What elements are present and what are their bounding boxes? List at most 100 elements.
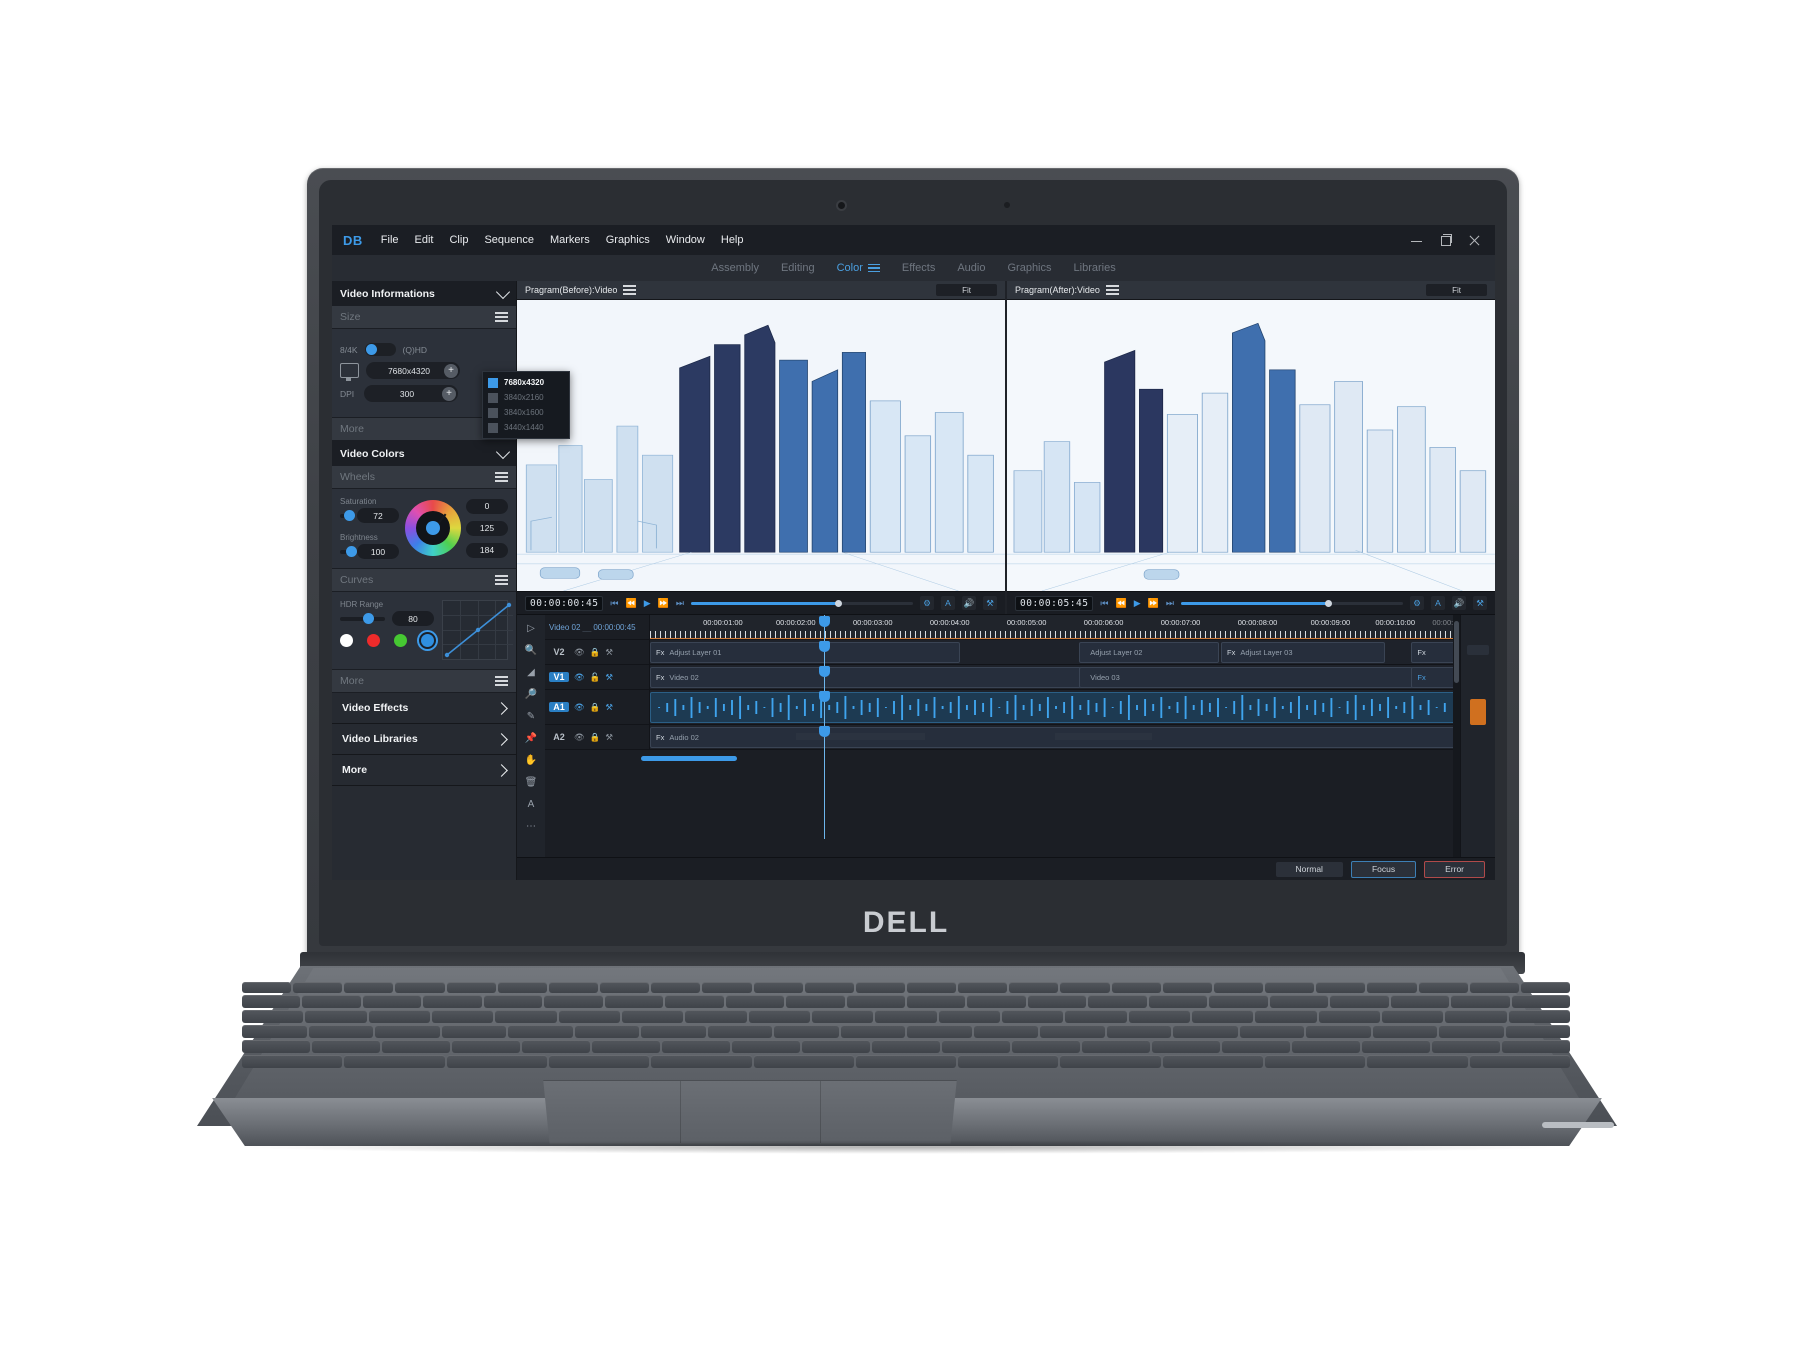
keyboard-key[interactable]	[1040, 1025, 1105, 1038]
hdr-range-slider[interactable]	[340, 613, 385, 624]
monitor-after-image[interactable]	[1007, 300, 1495, 591]
add-marker-icon[interactable]: A	[941, 596, 955, 610]
hamburger-icon[interactable]	[623, 285, 637, 295]
keyboard-key[interactable]	[1128, 1010, 1190, 1023]
step-back-icon[interactable]: ⏪	[1116, 598, 1127, 609]
tab-libraries[interactable]: Libraries	[1074, 262, 1116, 274]
keyboard-key[interactable]	[242, 995, 301, 1008]
hamburger-icon[interactable]	[867, 263, 880, 273]
go-to-start-icon[interactable]: ⏮	[610, 598, 618, 609]
keyboard-key[interactable]	[1508, 1010, 1570, 1023]
wheel-value-2[interactable]: 125	[466, 520, 508, 536]
keyboard-key[interactable]	[1505, 1025, 1570, 1038]
keyboard-key[interactable]	[1173, 1025, 1238, 1038]
minimize-icon[interactable]	[1410, 234, 1423, 247]
sidebar-item-more[interactable]: More	[332, 755, 516, 786]
keyboard-key[interactable]	[558, 1010, 620, 1023]
keyboard-key[interactable]	[1520, 982, 1570, 993]
step-forward-icon[interactable]: ⏩	[1148, 598, 1159, 609]
tab-editing[interactable]: Editing	[781, 262, 815, 274]
keyboard-key[interactable]	[308, 1025, 373, 1038]
channel-dot-green[interactable]	[394, 634, 407, 647]
keyboard-key[interactable]	[1382, 1010, 1444, 1023]
menu-sequence[interactable]: Sequence	[476, 225, 542, 255]
keyboard-key[interactable]	[242, 1010, 304, 1023]
speaker-icon[interactable]: 🔊	[962, 596, 976, 610]
hamburger-icon[interactable]	[495, 676, 508, 686]
keyboard-key[interactable]	[1222, 1040, 1290, 1053]
chevron-down-icon[interactable]	[495, 284, 511, 300]
channel-dot-blue[interactable]	[421, 634, 434, 647]
keyboard-key[interactable]	[1255, 1010, 1317, 1023]
keyboard-key[interactable]	[1469, 1055, 1570, 1068]
keyboard-key[interactable]	[840, 1025, 905, 1038]
keyboard-key[interactable]	[1445, 1010, 1507, 1023]
keyboard-key[interactable]	[242, 1055, 343, 1068]
track-body-a2[interactable]: Fx Audio 02	[650, 725, 1460, 749]
wheel-value-1[interactable]: 0	[466, 498, 508, 514]
keyboard-key[interactable]	[1418, 982, 1468, 993]
keyboard-key[interactable]	[1502, 1040, 1570, 1053]
keyboard-key[interactable]	[748, 1010, 810, 1023]
scrubber-after[interactable]	[1181, 599, 1403, 607]
keyboard-key[interactable]	[1451, 995, 1510, 1008]
keyboard-key[interactable]	[242, 982, 292, 993]
eye-icon[interactable]: 👁	[574, 672, 585, 683]
keyboard-key[interactable]	[907, 1025, 972, 1038]
keyboard-key[interactable]	[544, 995, 603, 1008]
keyboard-key[interactable]	[446, 1055, 547, 1068]
menu-window[interactable]: Window	[658, 225, 713, 255]
hamburger-icon[interactable]	[495, 575, 508, 585]
track-body-v2[interactable]: Fx Adjust Layer 01 Adjust Layer 02 Fx Ad…	[650, 640, 1460, 664]
menu-markers[interactable]: Markers	[542, 225, 598, 255]
settings-icon[interactable]: ⚙	[1410, 596, 1424, 610]
keyboard-key[interactable]	[368, 1010, 430, 1023]
keyboard-key[interactable]	[495, 1010, 557, 1023]
list-item[interactable]: Fx Video 02	[650, 667, 1082, 688]
hand-icon[interactable]: ✋	[523, 753, 539, 767]
wrench-icon[interactable]: ⚒	[1473, 596, 1487, 610]
keyboard-key[interactable]	[786, 995, 845, 1008]
play-icon[interactable]: ▶	[644, 598, 651, 609]
keyboard-key[interactable]	[622, 1010, 684, 1023]
keyboard-key[interactable]	[1390, 995, 1450, 1008]
keyboard-key[interactable]	[375, 1025, 440, 1038]
keyboard-key[interactable]	[942, 1040, 1010, 1053]
keyboard-key[interactable]	[497, 982, 547, 993]
keyboard-key[interactable]	[423, 995, 482, 1008]
keyboard[interactable]	[242, 982, 1570, 1074]
keyboard-key[interactable]	[641, 1025, 706, 1038]
chevron-down-icon[interactable]	[495, 444, 511, 460]
keyboard-key[interactable]	[855, 1055, 957, 1068]
go-to-start-icon[interactable]: ⏮	[1100, 598, 1108, 609]
eye-icon[interactable]: 👁	[574, 647, 585, 658]
trackpad[interactable]	[543, 1080, 957, 1144]
lock-icon[interactable]: 🔒	[590, 702, 601, 713]
list-item[interactable]: Fx Adjust Layer 03	[1221, 642, 1386, 663]
keyboard-key[interactable]	[662, 1040, 730, 1053]
keyboard-key[interactable]	[344, 1055, 445, 1068]
horizontal-scrollbar[interactable]	[641, 756, 737, 761]
scrubber-before[interactable]	[691, 599, 913, 607]
track-name[interactable]: A2	[549, 732, 569, 742]
keyboard-key[interactable]	[441, 1025, 506, 1038]
keyboard-key[interactable]	[1111, 982, 1161, 993]
keyboard-key[interactable]	[483, 995, 543, 1008]
keyboard-key[interactable]	[855, 982, 905, 993]
hamburger-icon[interactable]	[1105, 285, 1119, 295]
subsection-curves[interactable]: Curves	[332, 569, 516, 592]
timecode-before[interactable]: 00:00:00:45	[525, 595, 604, 611]
zoom-out-icon[interactable]: 🔎	[523, 687, 539, 701]
keyboard-key[interactable]	[812, 1010, 874, 1023]
tab-effects[interactable]: Effects	[902, 262, 935, 274]
lock-icon[interactable]: 🔒	[590, 732, 601, 743]
keyboard-key[interactable]	[302, 995, 361, 1008]
keyboard-key[interactable]	[958, 982, 1008, 993]
subsection-size[interactable]: Size	[332, 306, 516, 329]
keyboard-key[interactable]	[725, 995, 785, 1008]
section-video-colors[interactable]: Video Colors	[332, 441, 516, 466]
hamburger-icon[interactable]	[495, 472, 508, 482]
keyboard-key[interactable]	[1213, 982, 1264, 993]
keyboard-key[interactable]	[702, 982, 752, 993]
saturation-value[interactable]: 72	[357, 508, 399, 523]
